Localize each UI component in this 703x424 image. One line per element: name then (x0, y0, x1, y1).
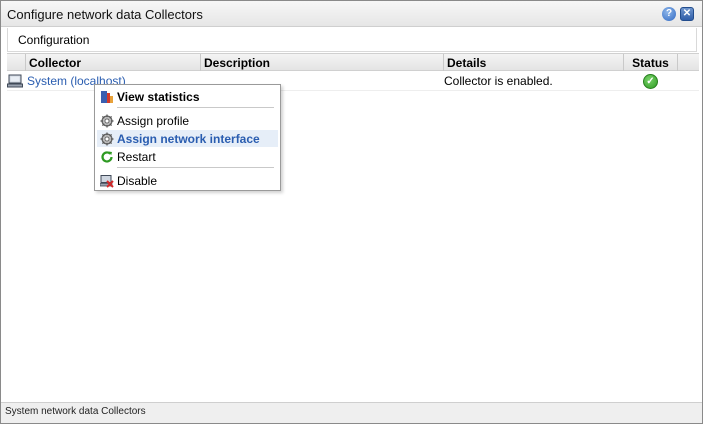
toolbar: Configuration (7, 28, 697, 52)
menu-item-assign-network-interface[interactable]: Assign network interface (97, 130, 278, 147)
close-icon[interactable]: ✕ (680, 7, 694, 21)
disable-icon (100, 175, 114, 188)
collector-details: Collector is enabled. (444, 74, 553, 88)
gear-icon (100, 114, 114, 128)
computer-icon (7, 74, 23, 88)
column-header-collector[interactable]: Collector (25, 54, 200, 71)
table-header: Collector Description Details Status (7, 53, 699, 71)
check-circle-icon: ✓ (643, 74, 658, 89)
column-header-description[interactable]: Description (200, 54, 443, 71)
menu-item-label: Assign network interface (117, 132, 260, 146)
menu-item-label: View statistics (117, 90, 200, 104)
column-header-icon (7, 54, 25, 71)
menu-item-disable[interactable]: Disable (97, 172, 278, 189)
configuration-menu-button[interactable]: Configuration (18, 33, 89, 47)
menu-item-assign-profile[interactable]: Assign profile (97, 112, 278, 129)
menu-item-label: Disable (117, 174, 158, 188)
menu-item-label: Assign profile (117, 114, 190, 128)
column-header-details[interactable]: Details (443, 54, 623, 71)
menu-item-view-statistics[interactable]: View statistics (97, 88, 278, 105)
menu-divider (117, 167, 274, 168)
status-text: System network data Collectors (5, 406, 146, 417)
menu-item-label: Restart (117, 150, 156, 164)
statistics-icon (101, 91, 113, 103)
column-header-spacer (677, 54, 699, 71)
context-menu: View statistics Assign profile Assign ne… (94, 84, 281, 191)
restart-icon (101, 151, 113, 163)
help-icon[interactable]: ? (662, 7, 676, 21)
gear-icon (100, 132, 114, 146)
window-title: Configure network data Collectors (7, 7, 203, 22)
column-header-status[interactable]: Status (623, 54, 677, 71)
status-bar: System network data Collectors (1, 402, 702, 423)
title-bar: Configure network data Collectors ? ✕ (1, 1, 702, 27)
menu-item-restart[interactable]: Restart (97, 148, 278, 165)
configure-collectors-window: Configure network data Collectors ? ✕ Co… (0, 0, 703, 424)
menu-divider (117, 107, 274, 108)
